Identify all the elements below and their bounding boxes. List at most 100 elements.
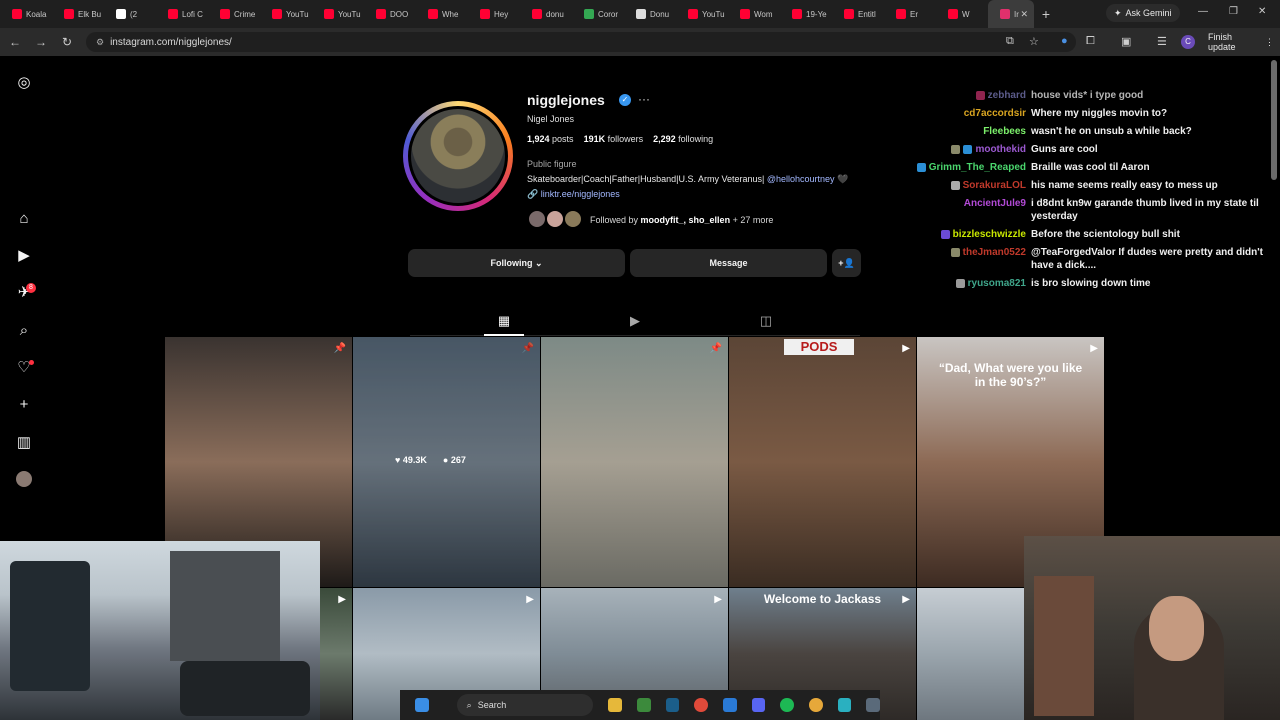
browser-tab[interactable]: Hey (468, 0, 520, 28)
extensions-puzzle-icon[interactable]: ⧠ (1086, 35, 1095, 48)
browser-tab[interactable]: Crime (208, 0, 260, 28)
browser-tab[interactable]: Wom (728, 0, 780, 28)
followers-stat[interactable]: 191K followers (584, 134, 644, 144)
chat-message: bizzleschwizzle Before the scientology bu… (905, 228, 1273, 241)
posts-grid-tab-icon[interactable]: ▦ (496, 313, 512, 329)
new-tab-button[interactable]: + (1034, 6, 1058, 22)
forward-icon[interactable]: → (30, 35, 52, 49)
create-plus-icon[interactable]: + (14, 394, 34, 414)
browser-tab[interactable]: Whe (416, 0, 468, 28)
profile-link[interactable]: 🔗 linktr.ee/nigglejones (527, 189, 620, 200)
browser-tab[interactable]: (2 (104, 0, 156, 28)
chat-username[interactable]: AncientJule9 (905, 197, 1031, 223)
search-icon[interactable]: ⌕ (14, 320, 34, 340)
steam-icon[interactable] (665, 698, 680, 712)
kebab-menu-icon[interactable]: ⋮ (1265, 37, 1274, 48)
install-app-icon[interactable]: ⧉ (1006, 35, 1014, 48)
pinned-icon: 📌 (521, 343, 534, 354)
app-icon-2[interactable] (723, 698, 737, 712)
post-tile[interactable]: ▶ (729, 337, 916, 587)
chat-text: Before the scientology bull shit (1031, 229, 1180, 240)
chat-username[interactable]: zebhard (905, 89, 1031, 102)
pinned-icon: 📌 (709, 343, 722, 354)
followed-by-avatars[interactable] (527, 209, 585, 229)
tab-search-icon[interactable]: ☰ (1157, 35, 1167, 48)
following-button[interactable]: Following ⌄ (408, 249, 625, 277)
browser-tab[interactable]: YouTu (260, 0, 312, 28)
followed-by-text[interactable]: Followed by moodyfit_, sho_ellen + 27 mo… (590, 215, 773, 225)
chat-username[interactable]: bizzleschwizzle (905, 228, 1031, 241)
bio-mention-link[interactable]: @hellohcourtney (767, 174, 835, 184)
chat-username[interactable]: moothekid (905, 143, 1031, 156)
reels-icon[interactable]: ▶ (14, 245, 34, 265)
pinned-icon: 📌 (333, 343, 346, 354)
minimize-icon[interactable]: — (1198, 6, 1208, 17)
chat-username[interactable]: Fleebees (905, 125, 1031, 138)
browser-tab[interactable]: Koala (0, 0, 52, 28)
browser-tab[interactable]: YouTu (312, 0, 364, 28)
app-icon-3[interactable] (837, 698, 852, 712)
back-icon[interactable]: ← (4, 35, 26, 49)
browser-tab-active[interactable]: Ir ✕ (988, 0, 1034, 28)
browser-tab[interactable]: donu (520, 0, 572, 28)
message-button[interactable]: Message (630, 249, 827, 277)
chat-message: cd7accordsir Where my niggles movin to? (905, 107, 1273, 120)
finish-update-button[interactable]: Finish update ⋮ (1202, 32, 1280, 52)
bookmark-star-icon[interactable]: ☆ (1029, 35, 1039, 48)
maximize-icon[interactable]: ❐ (1229, 6, 1238, 17)
browser-tab[interactable]: Er (884, 0, 936, 28)
tagged-tab-icon[interactable]: ◫ (758, 313, 774, 329)
browser-tab[interactable]: 19-Ye (780, 0, 832, 28)
ask-gemini-button[interactable]: ✦ Ask Gemini (1106, 4, 1180, 22)
chat-text: Braille was cool til Aaron (1031, 162, 1150, 173)
browser-tab[interactable]: Entitl (832, 0, 884, 28)
post-tile[interactable]: 📌 (541, 337, 728, 587)
profile-picture[interactable] (408, 106, 508, 206)
following-stat[interactable]: 2,292 following (653, 134, 713, 144)
suggest-user-icon[interactable]: +👤 (832, 249, 861, 277)
options-icon[interactable]: ··· (638, 92, 650, 106)
extension-icon[interactable]: ● (1061, 35, 1068, 47)
chat-username[interactable]: Grimm_The_Reaped (905, 161, 1031, 174)
close-tab-icon[interactable]: ✕ (1020, 9, 1028, 20)
browser-tab[interactable]: Elk Bu (52, 0, 104, 28)
browser-tab[interactable]: YouTu (676, 0, 728, 28)
browser-profile-avatar[interactable]: C (1181, 35, 1195, 49)
reload-icon[interactable]: ↻ (56, 35, 78, 49)
instagram-logo-icon[interactable]: ◎ (14, 72, 34, 92)
chrome-icon[interactable] (694, 698, 709, 712)
browser-tab[interactable]: Lofi C (156, 0, 208, 28)
file-explorer-icon[interactable] (608, 698, 623, 712)
chat-username[interactable]: theJman0522 (905, 246, 1031, 272)
browser-tab[interactable]: Donu (624, 0, 676, 28)
windows-start-icon[interactable] (415, 698, 429, 712)
link-icon: 🔗 (527, 189, 539, 199)
chrome-icon-2[interactable] (809, 698, 823, 712)
chat-badge-icon (951, 144, 961, 154)
profile-bio: Skateboarder|Coach|Father|Husband|U.S. A… (527, 174, 848, 185)
steam-icon-2[interactable] (866, 698, 881, 712)
discord-icon[interactable] (751, 698, 766, 712)
close-window-icon[interactable]: ✕ (1258, 6, 1266, 17)
chat-username[interactable]: ryusoma821 (905, 277, 1031, 290)
youtube-icon (64, 9, 74, 19)
reel-icon: ▶ (526, 594, 534, 605)
profile-avatar-icon[interactable] (14, 469, 34, 489)
likes-count: ♥ 49.3K (395, 455, 427, 465)
browser-tab[interactable]: Coror (572, 0, 624, 28)
url-field[interactable]: ⚙ instagram.com/nigglejones/ (86, 32, 1076, 52)
home-icon[interactable]: ⌂ (14, 208, 34, 228)
post-caption: Welcome to Jackass (763, 592, 882, 606)
side-panel-icon[interactable]: ▣ (1121, 35, 1131, 48)
taskbar-search[interactable]: ⌕ Search (456, 694, 594, 716)
chat-username[interactable]: SorakuraLOL (905, 179, 1031, 192)
bio-heart: 🖤 (837, 174, 849, 184)
dashboard-icon[interactable]: ▥ (14, 432, 34, 452)
site-info-icon[interactable]: ⚙ (96, 37, 104, 48)
browser-tab[interactable]: W (936, 0, 988, 28)
spotify-icon[interactable] (780, 698, 795, 712)
browser-tab[interactable]: DOO (364, 0, 416, 28)
chat-username[interactable]: cd7accordsir (905, 107, 1031, 120)
reels-tab-icon[interactable]: ▶ (627, 313, 643, 329)
app-icon[interactable] (637, 698, 651, 712)
